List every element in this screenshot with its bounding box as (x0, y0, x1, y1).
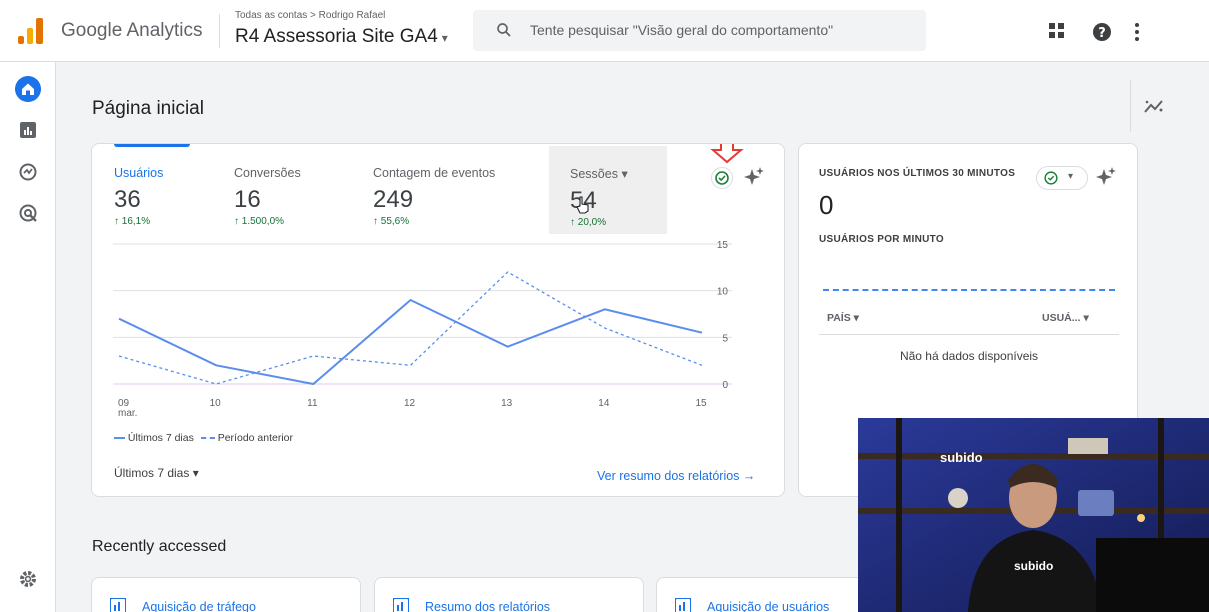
recent-item-label: Aquisição de tráfego (142, 600, 256, 612)
metric-label: Conversões (234, 166, 301, 180)
realtime-title: USUÁRIOS NOS ÚLTIMOS 30 MINUTOS (819, 168, 1016, 179)
caret-down-icon: ▾ (853, 312, 859, 324)
country-column-header[interactable]: PAÍS ▾ (827, 312, 859, 324)
x-tick-label: 13 (501, 398, 513, 409)
report-icon (675, 598, 691, 612)
metric-change: ↑ 55,6% (373, 216, 410, 227)
metric-change: ↑ 16,1% (114, 216, 151, 227)
view-reports-label: Ver resumo dos relatórios (597, 469, 740, 483)
date-range-selector[interactable]: Últimos 7 dias ▾ (114, 466, 199, 480)
explore-icon[interactable] (19, 163, 37, 181)
presenter-video-overlay: subido subido (858, 418, 1209, 612)
app-root: Google Analytics Todas as contas > Rodri… (0, 0, 1209, 612)
brand-name: Google Analytics (61, 20, 203, 41)
chevron-down-icon: ▾ (441, 31, 448, 45)
caret-down-icon: ▾ (1083, 312, 1089, 324)
metric-value: 36 (114, 186, 141, 213)
date-range-label: Últimos 7 dias (114, 466, 190, 480)
property-name: R4 Assessoria Site GA4 (235, 26, 438, 47)
recent-item-label: Resumo dos relatórios (425, 600, 551, 612)
report-icon (393, 598, 409, 612)
comparison-check-button[interactable] (711, 167, 733, 189)
caret-down-icon: ▾ (621, 167, 628, 181)
check-circle-icon (1044, 171, 1058, 185)
check-circle-icon (715, 171, 729, 185)
metric-label: Usuários (114, 166, 164, 180)
recent-item-label: Aquisição de usuários (707, 600, 830, 612)
active-tab-indicator (114, 144, 190, 147)
gear-icon[interactable] (19, 570, 37, 588)
search-input[interactable]: Tente pesquisar "Visão geral do comporta… (530, 22, 833, 38)
x-tick-label: 14 (598, 398, 610, 409)
account-breadcrumb[interactable]: Todas as contas > Rodrigo Rafael (235, 10, 385, 21)
caret-down-icon: ▾ (1068, 171, 1074, 182)
apps-icon[interactable] (1048, 22, 1066, 40)
metric-label: Sessões ▾ (570, 167, 628, 181)
metric-value: 249 (373, 186, 414, 213)
reports-icon[interactable] (20, 122, 36, 138)
header-divider (219, 14, 220, 48)
metric-value: 16 (234, 186, 261, 213)
metric-label: Contagem de eventos (373, 166, 496, 180)
x-tick-label: 11 (307, 398, 318, 409)
report-icon (110, 598, 126, 612)
realtime-minute-chart (823, 289, 1115, 291)
no-data-message: Não há dados disponíveis (899, 349, 1039, 363)
series-line-current (118, 298, 703, 386)
y-tick-label: 0 (722, 380, 728, 391)
sparkle-insights-icon[interactable] (743, 166, 765, 188)
table-divider (819, 334, 1119, 335)
x-tick-sublabel: mar. (118, 408, 137, 419)
right-divider (1130, 80, 1131, 132)
recent-card-reports-summary[interactable]: Resumo dos relatórios (374, 577, 644, 612)
caret-down-icon: ▾ (192, 466, 199, 480)
y-tick-label: 5 (722, 333, 728, 344)
video-sign-text: subido (940, 450, 983, 465)
advertising-icon[interactable] (19, 204, 37, 222)
metric-tab-conversions[interactable]: Conversões 16 ↑ 1.500,0% (234, 166, 301, 227)
svg-text:?: ? (1098, 26, 1106, 41)
help-icon[interactable]: ? (1092, 22, 1112, 42)
chart-legend: Últimos 7 dias Período anterior (114, 432, 293, 444)
series-line-previous (118, 271, 703, 385)
sessions-line-chart: 05101509 10 11 12 13 14 15mar. (113, 240, 732, 419)
annotation-arrow-icon (710, 144, 744, 164)
y-tick-label: 10 (717, 287, 729, 298)
arrow-right-icon: → (742, 469, 756, 483)
realtime-compare-button[interactable]: ▾ (1036, 166, 1088, 190)
property-selector[interactable]: R4 Assessoria Site GA4 ▾ (235, 26, 448, 48)
legend-swatch-previous (200, 437, 215, 440)
y-tick-label: 15 (717, 240, 729, 251)
recently-accessed-title: Recently accessed (92, 538, 227, 555)
users-column-header[interactable]: USUÁ... ▾ (1042, 312, 1089, 324)
realtime-users-value: 0 (819, 190, 834, 220)
analytics-logo-icon[interactable] (18, 16, 44, 44)
video-shirt-text: subido (1014, 559, 1054, 573)
home-icon[interactable] (15, 76, 41, 102)
sparkle-insights-icon[interactable] (1095, 166, 1117, 188)
more-vert-icon[interactable] (1133, 22, 1141, 42)
left-nav-rail (0, 62, 56, 612)
x-tick-label: 15 (695, 398, 707, 409)
legend-swatch-current (114, 437, 125, 440)
legend-label-previous: Período anterior (217, 432, 294, 444)
view-reports-link[interactable]: Ver resumo dos relatórios → (597, 469, 755, 483)
search-box[interactable]: Tente pesquisar "Visão geral do comporta… (473, 10, 926, 51)
x-tick-label: 12 (404, 398, 416, 409)
x-tick-label: 10 (210, 398, 222, 409)
overview-card: Usuários 36 ↑ 16,1% Conversões 16 ↑ 1.50… (91, 143, 785, 497)
presenter-video-frame (858, 418, 1209, 612)
realtime-subtitle: USUÁRIOS POR MINUTO (819, 234, 944, 245)
search-icon (497, 23, 511, 37)
metric-tab-event-count[interactable]: Contagem de eventos 249 ↑ 55,6% (373, 166, 495, 227)
page-title: Página inicial (92, 98, 204, 119)
recent-card-traffic-acquisition[interactable]: Aquisição de tráfego (91, 577, 361, 612)
legend-label-current: Últimos 7 dias (127, 432, 194, 444)
hand-cursor-icon (576, 196, 589, 214)
top-bar: Google Analytics Todas as contas > Rodri… (0, 0, 1209, 62)
metric-change: ↑ 1.500,0% (234, 216, 285, 227)
insights-icon[interactable] (1144, 98, 1164, 114)
metric-tab-users[interactable]: Usuários 36 ↑ 16,1% (114, 166, 163, 227)
metric-change: ↑ 20,0% (570, 217, 607, 228)
